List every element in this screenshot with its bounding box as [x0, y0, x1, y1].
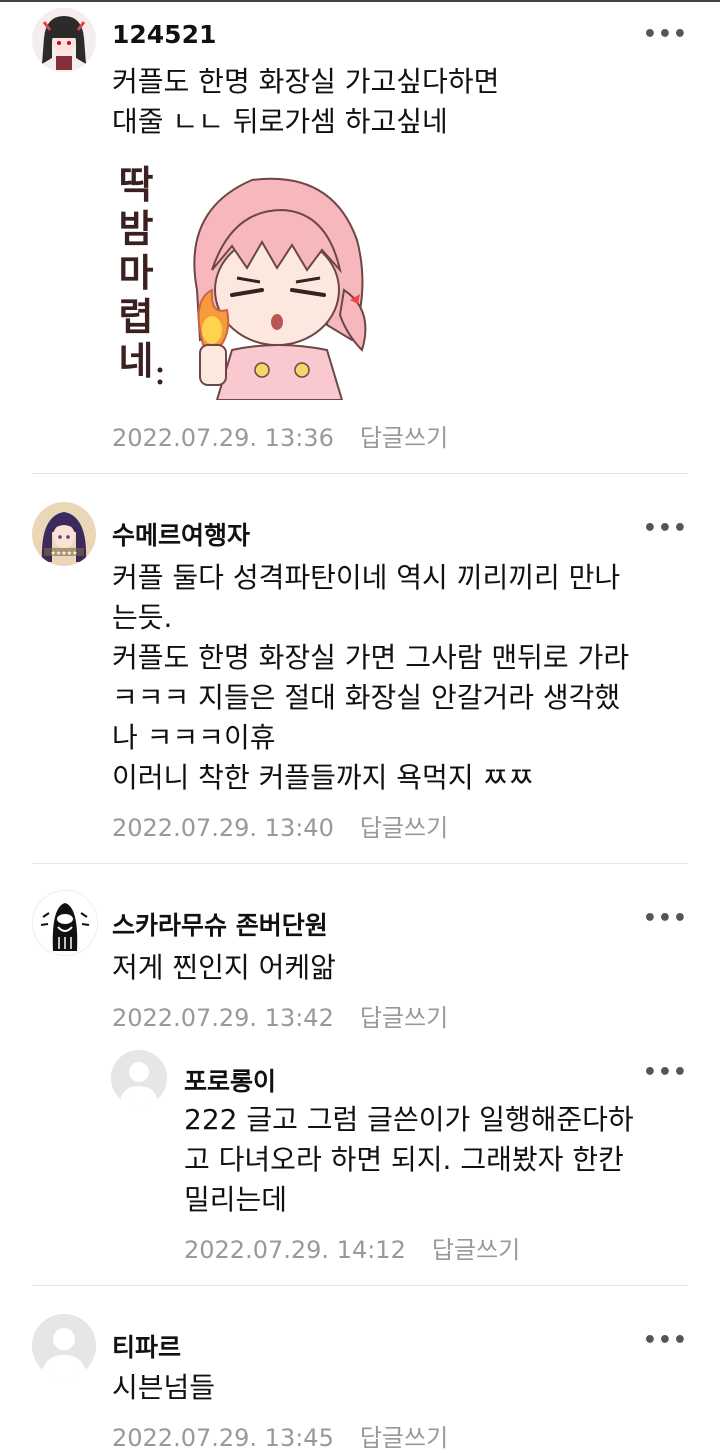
- avatar-anime-girl-icon: [32, 8, 96, 72]
- sticker-char-4: 렵: [119, 297, 154, 339]
- avatar[interactable]: ★★★★★: [32, 502, 96, 566]
- more-options-icon[interactable]: •••: [643, 1060, 688, 1085]
- reply-button[interactable]: 답글쓰기: [360, 1424, 448, 1452]
- divider: [32, 863, 688, 864]
- comment-date: 2022.07.29. 13:45: [112, 1424, 334, 1452]
- comment-date: 2022.07.29. 14:12: [184, 1236, 406, 1264]
- divider: [32, 473, 688, 474]
- comment-text: 커플도 한명 화장실 가고싶다하면 대줄 ㄴㄴ 뒤로가셈 하고싶네: [112, 65, 500, 138]
- sticker-char-3: 마: [119, 253, 154, 295]
- divider: [32, 1285, 688, 1286]
- default-user-icon: [111, 1050, 167, 1106]
- comment-meta: 2022.07.29. 14:12 답글쓰기: [184, 1230, 520, 1265]
- svg-text:★★★★★: ★★★★★: [51, 550, 78, 557]
- reply-button[interactable]: 답글쓰기: [360, 1004, 448, 1032]
- comment-meta: 2022.07.29. 13:42 답글쓰기: [112, 998, 448, 1033]
- comment-text: 커플 둘다 성격파탄이네 역시 끼리끼리 만나 는듯. 커플도 한명 화장실 가…: [112, 561, 630, 794]
- avatar[interactable]: [32, 1314, 96, 1378]
- comment-meta: 2022.07.29. 13:45 답글쓰기: [112, 1418, 448, 1453]
- reply-button[interactable]: 답글쓰기: [432, 1236, 520, 1264]
- sticker-char-2: 밤: [119, 209, 154, 251]
- reply-button[interactable]: 답글쓰기: [360, 814, 448, 842]
- avatar[interactable]: [111, 1050, 167, 1106]
- avatar-doodle-icon: [33, 891, 97, 955]
- comment-text: 저게 찐인지 어케앎: [112, 951, 336, 984]
- more-options-icon[interactable]: •••: [643, 516, 688, 541]
- default-user-icon: [32, 1314, 96, 1378]
- sticker-char-5: 네: [119, 341, 154, 383]
- avatar[interactable]: [32, 890, 98, 956]
- comment-meta: 2022.07.29. 13:40 답글쓰기: [112, 808, 448, 843]
- more-options-icon[interactable]: •••: [643, 906, 688, 931]
- avatar-character-icon: ★★★★★: [32, 502, 96, 566]
- comment-date: 2022.07.29. 13:42: [112, 1004, 334, 1032]
- reply-button[interactable]: 답글쓰기: [360, 424, 448, 452]
- comment-author[interactable]: 포로롱이: [184, 1062, 276, 1098]
- comment-1: 124521 ••• 커플도 한명 화장실 가고싶다하면 대줄 ㄴㄴ 뒤로가셈 …: [0, 0, 720, 470]
- comment-date: 2022.07.29. 13:36: [112, 424, 334, 452]
- comment-text: 222 글고 그럼 글쓴이가 일행해준다하 고 다녀오라 하면 되지. 그래봤자…: [184, 1103, 634, 1216]
- more-options-icon[interactable]: •••: [643, 1328, 688, 1353]
- sticker-char-1: 딱: [119, 165, 154, 207]
- sticker-image: 딱 밤 마 렵 네: [112, 150, 372, 401]
- comment-date: 2022.07.29. 13:40: [112, 814, 334, 842]
- comment-author[interactable]: 스카라무슈 존버단원: [112, 906, 328, 942]
- comment-author[interactable]: 124521: [112, 20, 216, 49]
- comment-author[interactable]: 티파르: [112, 1328, 181, 1364]
- comment-author[interactable]: 수메르여행자: [112, 516, 250, 552]
- comment-meta: 2022.07.29. 13:36 답글쓰기: [112, 418, 448, 453]
- more-options-icon[interactable]: •••: [643, 22, 688, 47]
- avatar[interactable]: [32, 8, 96, 72]
- comment-text: 시븐넘들: [112, 1371, 216, 1404]
